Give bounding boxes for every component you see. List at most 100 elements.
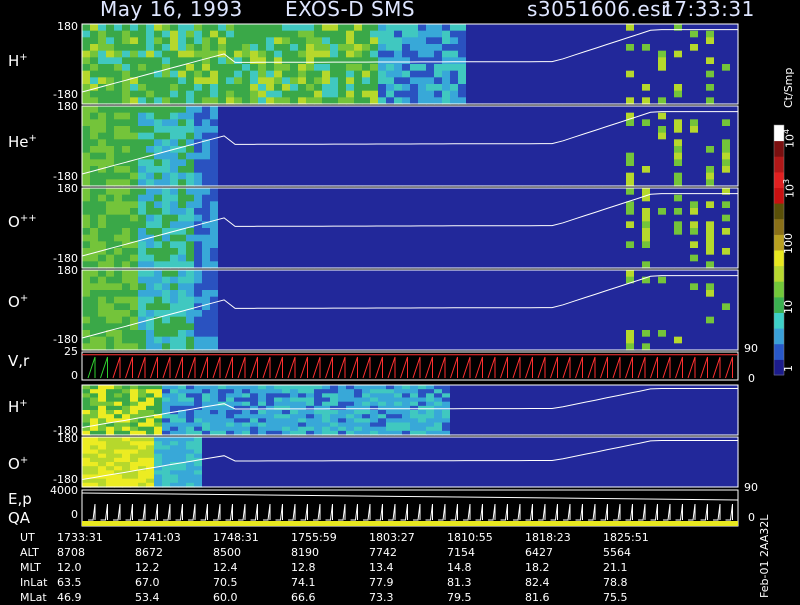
spectrogram-cell: [282, 241, 291, 249]
spectrogram-cell: [690, 44, 699, 52]
spectrogram-cell: [458, 44, 467, 52]
spectrogram-cell: [586, 119, 595, 127]
spectrogram-cell: [530, 310, 539, 318]
spectrogram-cell: [586, 24, 595, 32]
spectrogram-cell: [674, 84, 683, 92]
spectrogram-cell: [282, 188, 291, 196]
spectrogram-cell: [178, 336, 187, 344]
spectrogram-cell: [186, 201, 195, 209]
spectrogram-cell: [338, 254, 347, 262]
spectrogram-cell: [218, 84, 227, 92]
spectrogram-cell: [170, 188, 179, 196]
spectrogram-cell: [682, 214, 691, 222]
spectrogram-cell: [426, 159, 435, 167]
spectrogram-cell: [722, 152, 731, 160]
spectrogram-cell: [146, 385, 155, 390]
spectrogram-cell: [546, 385, 555, 390]
spectrogram-cell: [138, 296, 147, 304]
spectrogram-cell: [114, 462, 123, 467]
spectrogram-cell: [330, 152, 339, 160]
spectrogram-cell: [90, 405, 99, 411]
spectrogram-cell: [194, 77, 203, 85]
spectrogram-cell: [322, 30, 331, 38]
spectrogram-cell: [410, 188, 419, 196]
spectrogram-cell: [298, 30, 307, 38]
spectrogram-cell: [682, 296, 691, 304]
spectrogram-cell: [154, 77, 163, 85]
spectrogram-cell: [218, 201, 227, 209]
spectrogram-cell: [146, 208, 155, 216]
spectrogram-cell: [82, 44, 91, 52]
spectrogram-cell: [338, 166, 347, 174]
spectrogram-cell: [610, 221, 619, 229]
spectrogram-cell: [138, 254, 147, 262]
spectrogram-cell: [690, 336, 699, 344]
spectrogram-cell: [730, 389, 739, 394]
spectrogram-cell: [626, 166, 635, 174]
spectrogram-cell: [370, 208, 379, 216]
spectrogram-cell: [306, 106, 315, 114]
spectrogram-cell: [650, 296, 659, 304]
spectrogram-cell: [506, 296, 515, 304]
spectrogram-cell: [482, 422, 491, 428]
spectrogram-cell: [538, 24, 547, 32]
spectrogram-cell: [330, 401, 339, 407]
spectrogram-cell: [250, 310, 259, 318]
spectrogram-cell: [482, 385, 491, 390]
spectrogram-cell: [178, 70, 187, 78]
spectrogram-cell: [178, 90, 187, 98]
spectrogram-cell: [418, 248, 427, 256]
spectrogram-cell: [730, 254, 739, 262]
spectrogram-cell: [458, 126, 467, 134]
spectrogram-cell: [290, 24, 299, 32]
spectrogram-cell: [306, 70, 315, 78]
spectrogram-cell: [554, 37, 563, 45]
spectrogram-cell: [378, 166, 387, 174]
spectrogram-cell: [210, 228, 219, 236]
spectrogram-cell: [586, 234, 595, 242]
spectrogram-cell: [442, 159, 451, 167]
spectrogram-cell: [138, 385, 147, 390]
spectrogram-cell: [274, 77, 283, 85]
spectrogram-cell: [282, 126, 291, 134]
spectrogram-cell: [498, 303, 507, 311]
spectrogram-cell: [130, 389, 139, 394]
spectrogram-cell: [330, 310, 339, 318]
spectrogram-cell: [538, 254, 547, 262]
spectrogram-cell: [274, 310, 283, 318]
spectrogram-cell: [370, 70, 379, 78]
spectrogram-cell: [106, 441, 115, 446]
spectrogram-cell: [458, 234, 467, 242]
spectrogram-cell: [290, 159, 299, 167]
spectrogram-cell: [538, 296, 547, 304]
spectrogram-cell: [658, 57, 667, 65]
spectrogram-cell: [674, 414, 683, 419]
spectrogram-cell: [194, 132, 203, 140]
spectrogram-cell: [362, 336, 371, 344]
spectrogram-cell: [506, 276, 515, 284]
spectrogram-cell: [410, 397, 419, 403]
spectrogram-cell: [98, 64, 107, 72]
spectrogram-cell: [322, 214, 331, 222]
spectrogram-cell: [466, 119, 475, 127]
spectrogram-cell: [562, 389, 571, 394]
spectrogram-cell: [98, 462, 107, 467]
spectrogram-cell: [362, 405, 371, 411]
spectrogram-cell: [706, 426, 715, 432]
spectrogram-cell: [98, 336, 107, 344]
spectrogram-cell: [178, 241, 187, 249]
spectrogram-cell: [666, 106, 675, 114]
spectrogram-cell: [346, 221, 355, 229]
spectrogram-cell: [226, 422, 235, 428]
spectrogram-cell: [538, 221, 547, 229]
spectrogram-cell: [386, 172, 395, 180]
spectrogram-cell: [266, 418, 275, 424]
spectrogram-cell: [666, 132, 675, 140]
spectrogram-cell: [298, 139, 307, 147]
spectrogram-cell: [394, 393, 403, 399]
spectrogram-cell: [434, 77, 443, 85]
spectrogram-cell: [490, 208, 499, 216]
spectrogram-cell: [258, 296, 267, 304]
spectrogram-cell: [354, 401, 363, 407]
spectrogram-cell: [714, 270, 723, 278]
